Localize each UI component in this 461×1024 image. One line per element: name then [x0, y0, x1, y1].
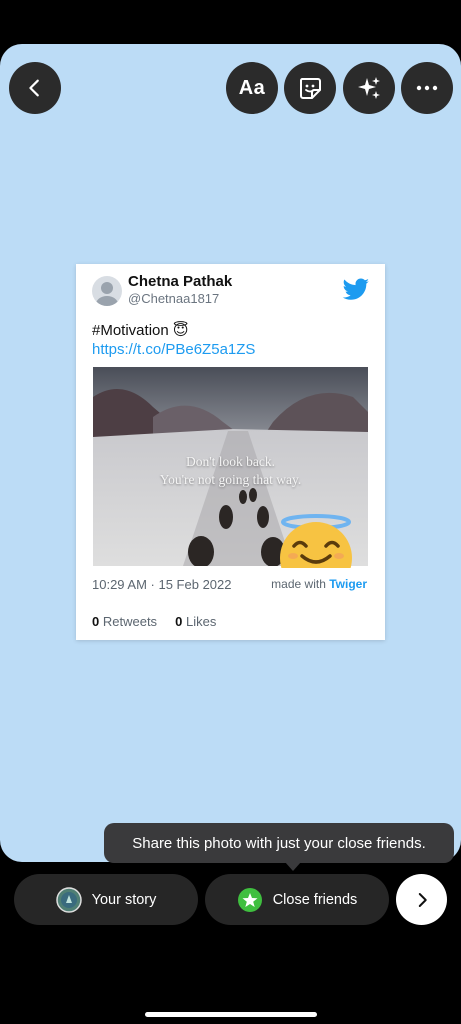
- halo-emoji-sticker[interactable]: [280, 514, 352, 568]
- tweet-author-name: Chetna Pathak: [128, 273, 233, 290]
- story-avatar-icon: [55, 886, 82, 913]
- home-indicator: [145, 1012, 317, 1017]
- close-friends-label: Close friends: [272, 891, 358, 908]
- close-friends-button[interactable]: Close friends: [205, 874, 389, 925]
- image-quote: Don't look back. You're not going that w…: [93, 453, 368, 489]
- tweet-stats: 0 Retweets 0 Likes: [92, 614, 216, 629]
- sticker-button[interactable]: [284, 62, 336, 114]
- your-story-label: Your story: [91, 891, 157, 908]
- text-tool-button[interactable]: Aa: [226, 62, 278, 114]
- likes-label: Likes: [185, 614, 217, 629]
- tweet-card[interactable]: Chetna Pathak @Chetnaa1817 #Motivation 😇…: [76, 264, 385, 640]
- sparkles-icon: [358, 77, 380, 99]
- back-button[interactable]: [9, 62, 61, 114]
- effects-button[interactable]: [343, 62, 395, 114]
- retweets-label: Retweets: [102, 614, 158, 629]
- sticker-icon: [299, 78, 321, 99]
- text-tool-label: Aa: [238, 76, 266, 99]
- tweet-author-handle: @Chetnaa1817: [128, 291, 220, 306]
- close-friends-star-icon: [237, 887, 262, 912]
- tweet-text: #Motivation 😇: [92, 322, 189, 339]
- image-quote-line-1: Don't look back.: [185, 454, 276, 469]
- tweet-timestamp: 10:29 AM · 15 Feb 2022: [92, 577, 232, 592]
- made-with-app: Twiger: [329, 577, 367, 591]
- close-friends-tooltip: Share this photo with just your close fr…: [104, 823, 454, 863]
- tweet-link[interactable]: https://t.co/PBe6Z5a1ZS: [92, 341, 255, 358]
- made-with-prefix: made with: [271, 577, 326, 591]
- made-with-credit: made with Twiger: [271, 577, 367, 591]
- next-button[interactable]: [396, 874, 447, 925]
- tooltip-text: Share this photo with just your close fr…: [132, 834, 426, 852]
- more-horizontal-icon: [416, 85, 438, 91]
- image-quote-line-2: You're not going that way.: [159, 472, 302, 487]
- likes-count: 0: [175, 614, 183, 629]
- chevron-left-icon: [29, 79, 39, 97]
- avatar: [92, 276, 122, 306]
- twitter-icon: [342, 278, 369, 300]
- tooltip-pointer: [285, 862, 301, 871]
- your-story-button[interactable]: Your story: [14, 874, 198, 925]
- chevron-right-icon: [418, 892, 427, 907]
- retweets-count: 0: [92, 614, 100, 629]
- more-button[interactable]: [401, 62, 453, 114]
